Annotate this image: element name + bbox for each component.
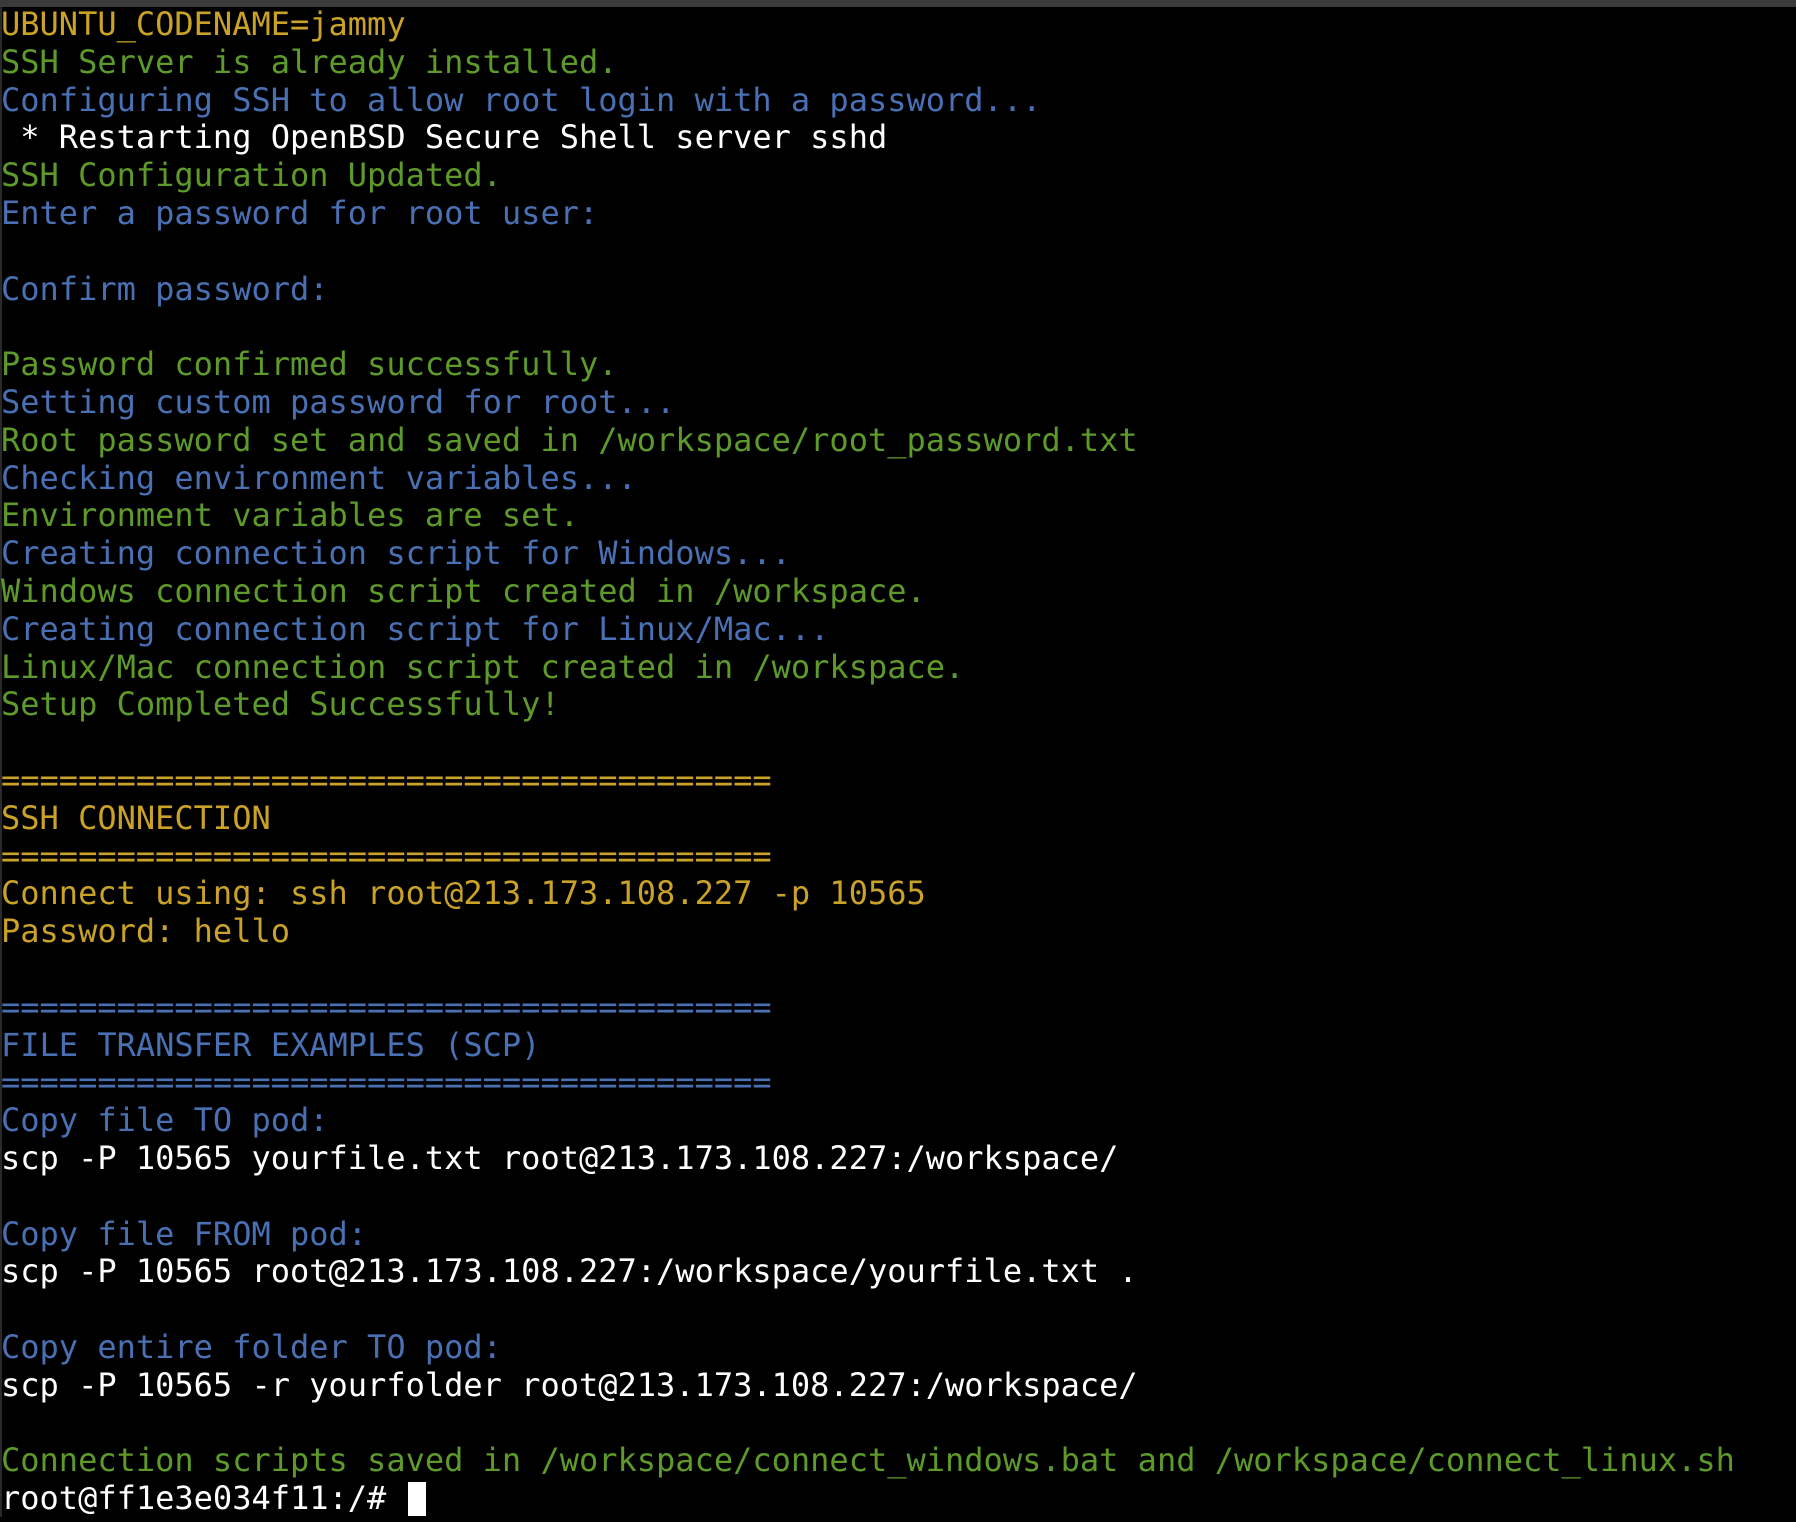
terminal-line: Setup Completed Successfully! [1,685,560,724]
terminal-line: Configuring SSH to allow root login with… [1,80,1042,119]
text-cursor [407,1482,426,1517]
terminal-line: FILE TRANSFER EXAMPLES (SCP) [1,1025,541,1064]
terminal-line: Copy entire folder TO pod: [1,1327,502,1366]
terminal-line: Windows connection script created in /wo… [1,571,926,610]
terminal-line: scp -P 10565 yourfile.txt root@213.173.1… [1,1138,1119,1177]
terminal-output[interactable]: UBUNTU_CODENAME=jammy SSH Server is alrea… [1,5,1796,1518]
terminal-line: Root password set and saved in /workspac… [1,420,1138,459]
terminal-line: SSH CONNECTION [1,798,271,837]
terminal-line: Confirm password: [1,269,329,308]
terminal-line: Checking environment variables... [1,458,637,497]
terminal-line: scp -P 10565 -r yourfolder root@213.173.… [1,1365,1138,1404]
terminal-line: ======================================== [1,760,772,799]
terminal-line: Copy file FROM pod: [1,1214,368,1253]
terminal-line: Enter a password for root user: [1,193,599,232]
terminal-line: Setting custom password for root... [1,382,676,421]
terminal-line: Copy file TO pod: [1,1101,329,1140]
terminal-line: Linux/Mac connection script created in /… [1,647,965,686]
terminal-line: ======================================== [1,836,772,875]
terminal-line: SSH Configuration Updated. [1,156,502,195]
shell-prompt: root@ff1e3e034f11:/# [1,1479,406,1518]
terminal-line: Password: hello [1,912,290,951]
terminal-lines: UBUNTU_CODENAME=jammy SSH Server is alrea… [1,5,1796,1480]
prompt-line[interactable]: root@ff1e3e034f11:/# [1,1479,1796,1518]
terminal-line: Password confirmed successfully. [1,345,618,384]
terminal-line: ======================================== [1,987,772,1026]
terminal-line: Creating connection script for Linux/Mac… [1,609,830,648]
terminal-line: Environment variables are set. [1,496,579,535]
terminal-line: SSH Server is already installed. [1,42,618,81]
terminal-line: Connection scripts saved in /workspace/c… [1,1441,1735,1480]
terminal-line: UBUNTU_CODENAME=jammy [1,5,406,43]
terminal-line: Creating connection script for Windows..… [1,534,791,573]
terminal-line: scp -P 10565 root@213.173.108.227:/works… [1,1252,1138,1291]
terminal-line: * Restarting OpenBSD Secure Shell server… [1,118,888,157]
terminal-line: ======================================== [1,1063,772,1102]
terminal-line: Connect using: ssh root@213.173.108.227 … [1,874,926,913]
